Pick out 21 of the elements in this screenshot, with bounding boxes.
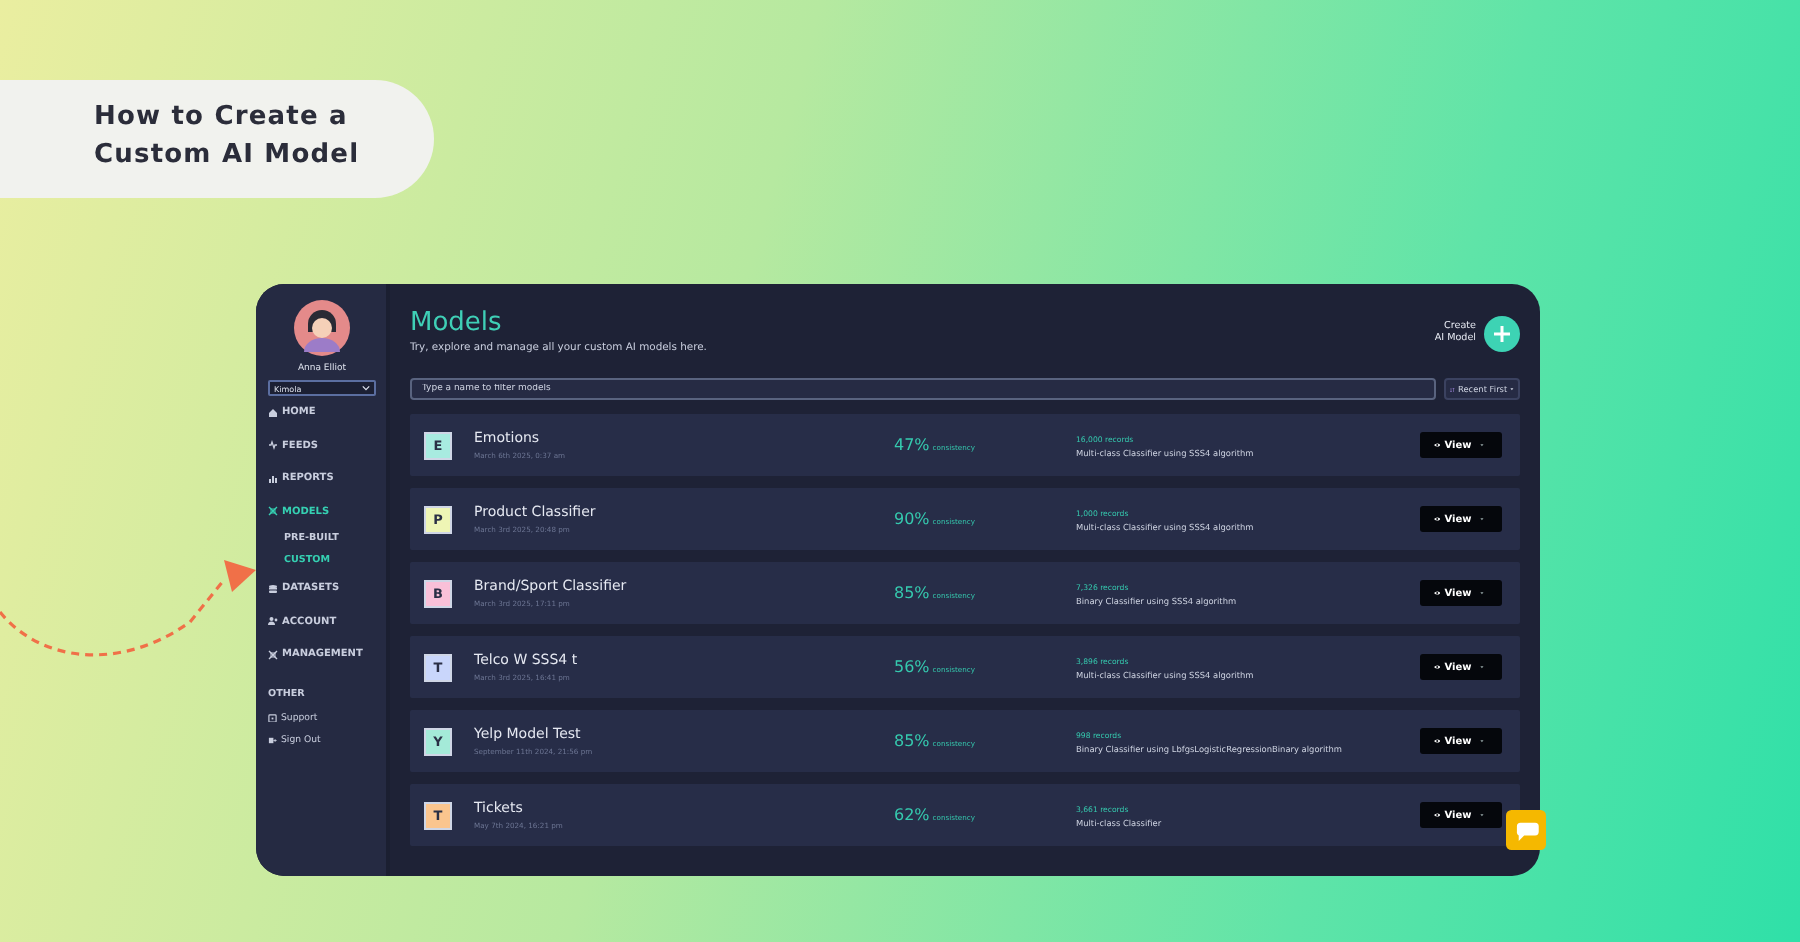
home-icon xyxy=(268,407,278,418)
support-icon xyxy=(268,713,277,723)
badge-title: How to Create a Custom AI Model xyxy=(0,80,434,198)
consistency-value: 85% xyxy=(894,584,930,602)
database-icon xyxy=(268,583,278,594)
consistency-value: 47% xyxy=(894,436,930,454)
add-button[interactable] xyxy=(1484,316,1520,352)
grid-icon xyxy=(268,649,278,660)
grid-icon xyxy=(268,506,278,517)
avatar xyxy=(294,300,350,356)
consistency-value: 62% xyxy=(894,806,930,824)
consistency-value: 90% xyxy=(894,510,930,528)
chevron-down-icon xyxy=(362,384,370,392)
page-title: Models xyxy=(410,308,504,338)
sign-out-icon xyxy=(268,735,277,745)
feed-icon xyxy=(268,440,278,451)
sort-icon xyxy=(1450,385,1455,393)
consistency-value: 56% xyxy=(894,658,930,676)
bar-chart-icon xyxy=(268,473,278,484)
users-icon xyxy=(268,616,278,627)
consistency-value: 85% xyxy=(894,732,930,750)
